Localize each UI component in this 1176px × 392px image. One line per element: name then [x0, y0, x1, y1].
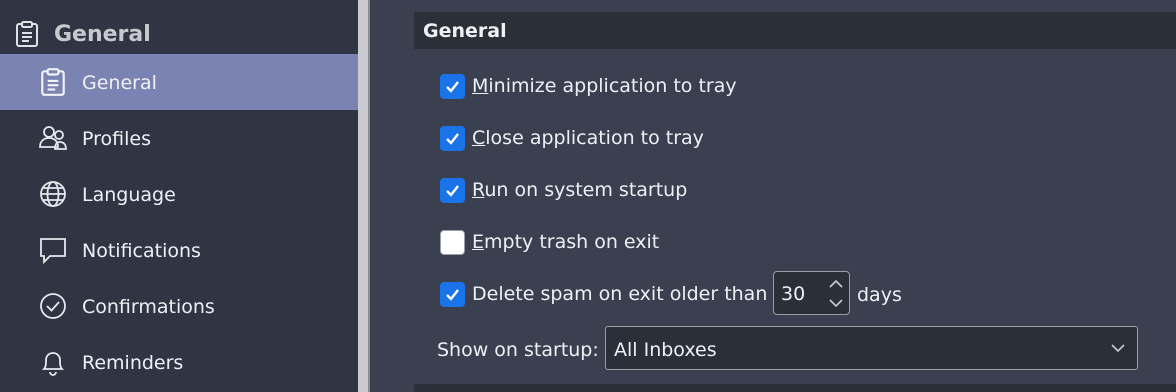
sidebar-group-general[interactable]: General — [0, 14, 358, 54]
option-empty-trash[interactable]: Empty trash on exit — [440, 227, 659, 257]
checkmark-icon — [446, 132, 459, 145]
option-label: Close application to tray — [472, 127, 704, 149]
option-minimize-to-tray[interactable]: Minimize application to tray — [440, 71, 737, 101]
checkmark-icon — [446, 80, 459, 93]
sidebar-item-label: Reminders — [82, 352, 184, 374]
mnemonic: M — [472, 75, 489, 97]
dropdown-value: All Inboxes — [614, 339, 717, 361]
sidebar-item-language[interactable]: Language — [0, 166, 358, 222]
globe-icon — [38, 179, 68, 209]
section-title: General — [423, 20, 507, 42]
sidebar-item-confirmations[interactable]: Confirmations — [0, 278, 358, 334]
sidebar-item-label: Profiles — [82, 128, 151, 150]
settings-panel: General Minimize application to tray Clo… — [414, 0, 1176, 392]
checkbox-checked[interactable] — [440, 177, 465, 203]
checkbox-checked[interactable] — [440, 73, 465, 99]
chevron-down-icon[interactable] — [828, 297, 844, 309]
option-text: lose application to tray — [485, 127, 704, 149]
sidebar-item-label: Language — [82, 184, 176, 206]
spam-days-spinbox[interactable]: 30 — [773, 271, 850, 315]
option-label: Delete spam on exit older than — [472, 283, 768, 305]
section-header: General — [414, 12, 1176, 49]
option-text: un on system startup — [484, 179, 688, 201]
sidebar-item-profiles[interactable]: Profiles — [0, 110, 358, 166]
startup-label: Show on startup: — [437, 339, 599, 361]
bell-icon — [38, 347, 68, 377]
sidebar: General General Profiles Language Notifi… — [0, 0, 358, 392]
splitter-line — [368, 0, 370, 392]
sidebar-item-label: Notifications — [82, 240, 201, 262]
option-text: mpty trash on exit — [484, 231, 660, 253]
sidebar-item-general[interactable]: General — [0, 54, 358, 110]
option-close-to-tray[interactable]: Close application to tray — [440, 123, 704, 153]
check-circle-icon — [38, 291, 68, 321]
option-delete-spam[interactable]: Delete spam on exit older than — [440, 279, 767, 309]
option-label: Minimize application to tray — [472, 75, 737, 97]
clipboard-icon — [13, 20, 41, 48]
checkmark-icon — [446, 184, 459, 197]
chevron-down-icon — [1111, 344, 1125, 353]
option-label: Run on system startup — [472, 179, 687, 201]
checkmark-icon — [446, 288, 459, 301]
sidebar-item-label: Confirmations — [82, 296, 215, 318]
users-icon — [38, 123, 68, 153]
chevron-up-icon[interactable] — [828, 278, 844, 290]
clipboard-icon — [38, 67, 68, 97]
sidebar-item-label: General — [82, 72, 157, 94]
option-label: Empty trash on exit — [472, 231, 659, 253]
sidebar-item-notifications[interactable]: Notifications — [0, 222, 358, 278]
sidebar-group-label: General — [54, 22, 151, 47]
spinbox-value: 30 — [781, 283, 806, 305]
days-unit-label: days — [857, 284, 902, 306]
option-text: inimize application to tray — [488, 75, 737, 97]
checkbox-unchecked[interactable] — [440, 229, 465, 255]
checkbox-checked[interactable] — [440, 125, 465, 151]
mnemonic: R — [472, 179, 485, 201]
next-section-header — [414, 384, 1176, 392]
checkbox-checked[interactable] — [440, 281, 465, 307]
sidebar-item-reminders[interactable]: Reminders — [0, 334, 358, 390]
mnemonic: E — [472, 231, 485, 253]
option-run-on-startup[interactable]: Run on system startup — [440, 175, 687, 205]
speech-bubble-icon — [38, 235, 68, 265]
mnemonic: C — [472, 127, 486, 149]
startup-dropdown[interactable]: All Inboxes — [605, 326, 1138, 370]
